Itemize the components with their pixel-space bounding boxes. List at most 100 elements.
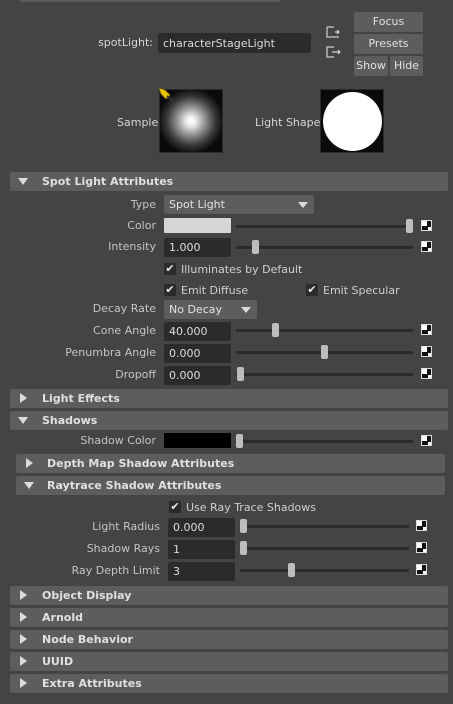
emit-specular-checkbox[interactable]: ✔ — [306, 284, 318, 296]
node-name-field[interactable]: characterStageLight — [158, 33, 311, 53]
cone-angle-slider-handle[interactable] — [272, 323, 279, 337]
section-title: Shadows — [42, 414, 98, 427]
penumbra-angle-field[interactable]: 0.000 — [164, 344, 231, 363]
decay-rate-value: No Decay — [169, 303, 222, 316]
section-title: UUID — [42, 655, 74, 668]
shadow-color-swatch[interactable] — [164, 433, 231, 448]
shadow-color-slider-handle[interactable] — [236, 434, 243, 448]
hide-button[interactable]: Hide — [390, 56, 423, 76]
light-radius-slider-track[interactable] — [240, 525, 409, 528]
type-label: Type — [130, 198, 156, 211]
light-radius-slider-handle[interactable] — [240, 519, 247, 533]
section-title: Spot Light Attributes — [42, 175, 174, 188]
sample-label: Sample — [117, 116, 159, 129]
expand-triangle-icon — [24, 482, 34, 489]
light-shape-circle — [323, 92, 382, 151]
section-arnold[interactable]: Arnold — [10, 608, 448, 627]
type-dropdown[interactable]: Spot Light — [164, 195, 314, 214]
input-connections-icon[interactable] — [325, 25, 343, 41]
render-preview-icon[interactable] — [158, 87, 175, 102]
collapse-triangle-icon — [26, 458, 33, 468]
intensity-field[interactable]: 1.000 — [164, 238, 231, 257]
collapse-triangle-icon — [20, 393, 27, 403]
intensity-label: Intensity — [108, 240, 156, 253]
ray-depth-limit-slider-track[interactable] — [240, 569, 409, 572]
penumbra-angle-label: Penumbra Angle — [65, 346, 156, 359]
collapse-triangle-icon — [20, 656, 27, 666]
shadow-rays-slider-handle[interactable] — [240, 541, 247, 555]
shadow-color-label: Shadow Color — [80, 434, 156, 447]
section-title: Arnold — [42, 611, 83, 624]
section-spot-light-attributes[interactable]: Spot Light Attributes — [10, 172, 448, 191]
section-depth-map-shadow-attributes[interactable]: Depth Map Shadow Attributes — [16, 454, 445, 473]
shadow-rays-slider-track[interactable] — [240, 547, 409, 550]
chevron-down-icon — [298, 202, 308, 208]
collapse-triangle-icon — [20, 590, 27, 600]
expand-triangle-icon — [18, 178, 28, 185]
node-type-label: spotLight: — [98, 36, 153, 49]
dropoff-label: Dropoff — [115, 368, 156, 381]
intensity-slider-handle[interactable] — [252, 240, 259, 254]
cone-angle-field[interactable]: 40.000 — [164, 322, 231, 341]
section-title: Object Display — [42, 589, 132, 602]
section-title: Extra Attributes — [42, 677, 142, 690]
collapse-triangle-icon — [20, 612, 27, 622]
color-slider-track[interactable] — [236, 225, 413, 228]
map-texture-icon[interactable] — [421, 324, 432, 335]
map-texture-icon[interactable] — [421, 435, 432, 446]
illuminates-by-default-checkbox[interactable]: ✔ — [164, 263, 176, 275]
light-radius-label: Light Radius — [92, 520, 160, 533]
map-texture-icon[interactable] — [416, 564, 427, 575]
section-object-display[interactable]: Object Display — [10, 586, 448, 605]
emit-specular-label: Emit Specular — [323, 284, 400, 297]
use-ray-trace-shadows-label: Use Ray Trace Shadows — [186, 501, 317, 514]
top-divider — [20, 0, 280, 2]
emit-diffuse-checkbox[interactable]: ✔ — [164, 284, 176, 296]
dropoff-field[interactable]: 0.000 — [164, 366, 231, 385]
expand-triangle-icon — [18, 417, 28, 424]
decay-rate-label: Decay Rate — [92, 302, 156, 315]
section-raytrace-shadow-attributes[interactable]: Raytrace Shadow Attributes — [16, 476, 445, 495]
section-title: Raytrace Shadow Attributes — [47, 479, 222, 492]
color-label: Color — [127, 219, 156, 232]
illuminates-by-default-label: Illuminates by Default — [181, 263, 303, 276]
section-extra-attributes[interactable]: Extra Attributes — [10, 674, 448, 693]
section-title: Node Behavior — [42, 633, 133, 646]
dropoff-slider-track[interactable] — [236, 373, 413, 376]
penumbra-angle-slider-handle[interactable] — [321, 345, 328, 359]
light-radius-field[interactable]: 0.000 — [168, 518, 235, 537]
emit-diffuse-label: Emit Diffuse — [181, 284, 249, 297]
map-texture-icon[interactable] — [416, 542, 427, 553]
map-texture-icon[interactable] — [421, 241, 432, 252]
section-node-behavior[interactable]: Node Behavior — [10, 630, 448, 649]
section-title: Depth Map Shadow Attributes — [47, 457, 235, 470]
ray-depth-limit-field[interactable]: 3 — [168, 562, 235, 581]
section-uuid[interactable]: UUID — [10, 652, 448, 671]
light-shape-label: Light Shape — [255, 116, 321, 129]
color-slider-handle[interactable] — [406, 219, 413, 233]
presets-button[interactable]: Presets — [354, 34, 423, 54]
collapse-triangle-icon — [20, 678, 27, 688]
use-ray-trace-shadows-checkbox[interactable]: ✔ — [169, 501, 181, 513]
map-texture-icon[interactable] — [421, 220, 432, 231]
intensity-slider-track[interactable] — [236, 246, 413, 249]
ray-depth-limit-label: Ray Depth Limit — [71, 564, 160, 577]
map-texture-icon[interactable] — [421, 368, 432, 379]
decay-rate-dropdown[interactable]: No Decay — [164, 300, 257, 319]
map-texture-icon[interactable] — [421, 346, 432, 357]
shadow-color-slider-track[interactable] — [236, 440, 413, 443]
section-shadows[interactable]: Shadows — [10, 411, 448, 430]
section-light-effects[interactable]: Light Effects — [10, 389, 448, 408]
dropoff-slider-handle[interactable] — [237, 367, 244, 381]
ray-depth-limit-slider-handle[interactable] — [288, 563, 295, 577]
show-button[interactable]: Show — [354, 56, 388, 76]
section-title: Light Effects — [42, 392, 120, 405]
color-swatch[interactable] — [164, 218, 231, 233]
map-texture-icon[interactable] — [416, 520, 427, 531]
cone-angle-slider-track[interactable] — [236, 329, 413, 332]
shadow-rays-label: Shadow Rays — [86, 542, 160, 555]
focus-button[interactable]: Focus — [354, 12, 423, 32]
shadow-rays-field[interactable]: 1 — [168, 540, 235, 559]
type-dropdown-value: Spot Light — [169, 198, 225, 211]
output-connections-icon[interactable] — [325, 45, 343, 61]
